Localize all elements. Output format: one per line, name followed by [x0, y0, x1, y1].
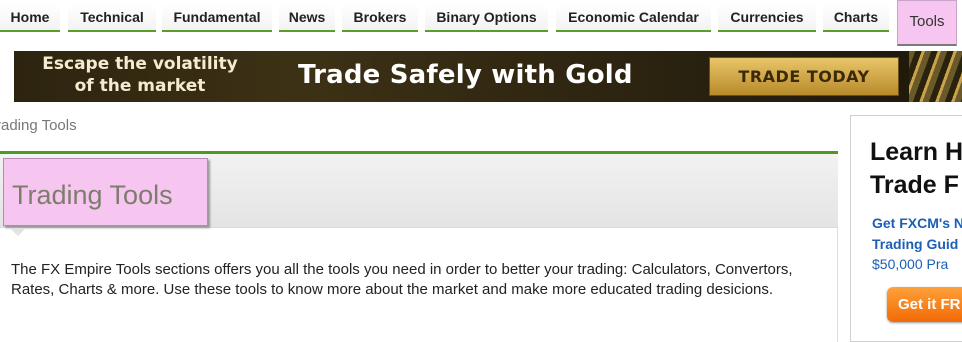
nav-economic-calendar[interactable]: Economic Calendar [556, 4, 711, 32]
nav-home[interactable]: Home [0, 4, 60, 32]
banner-tagline-line2: of the market [74, 76, 206, 96]
panel-header: Trading Tools [0, 154, 838, 228]
banner-tagline: Escape the volatility of the market [20, 53, 260, 97]
ad-link-line2[interactable]: Trading Guid [872, 234, 958, 255]
trade-today-button[interactable]: TRADE TODAY [709, 57, 899, 96]
ad-amount-text: $50,000 Pra [872, 256, 949, 272]
gold-bars-image [909, 51, 962, 102]
nav-tools[interactable]: Tools [897, 0, 957, 46]
get-it-free-button[interactable]: Get it FR [887, 287, 962, 322]
ad-headline-line2: Trade F [870, 171, 959, 199]
top-nav: Home Technical Fundamental News Brokers … [0, 0, 962, 48]
nav-binary-options[interactable]: Binary Options [425, 4, 548, 32]
ad-link-line1[interactable]: Get FXCM's N [872, 213, 962, 234]
nav-fundamental[interactable]: Fundamental [162, 4, 272, 32]
ad-headline-line1: Learn H [870, 138, 962, 166]
fxcm-side-ad[interactable]: Learn H Trade F Get FXCM's N Trading Gui… [850, 115, 962, 342]
ad-headline: Learn H Trade F [870, 136, 962, 202]
nav-technical[interactable]: Technical [68, 4, 156, 32]
gold-banner-ad[interactable]: Escape the volatility of the market Trad… [14, 51, 962, 102]
header-pointer-arrow [10, 228, 26, 236]
breadcrumb[interactable]: rading Tools [0, 117, 77, 134]
nav-brokers[interactable]: Brokers [342, 4, 418, 32]
page-title: Trading Tools [3, 158, 208, 226]
banner-tagline-line1: Escape the volatility [42, 54, 238, 74]
nav-news[interactable]: News [279, 4, 335, 32]
nav-charts[interactable]: Charts [823, 4, 889, 32]
main-panel: Trading Tools The FX Empire Tools sectio… [0, 151, 838, 342]
intro-text: The FX Empire Tools sections offers you … [11, 261, 793, 298]
nav-currencies[interactable]: Currencies [718, 4, 816, 32]
banner-headline: Trade Safely with Gold [298, 60, 633, 90]
